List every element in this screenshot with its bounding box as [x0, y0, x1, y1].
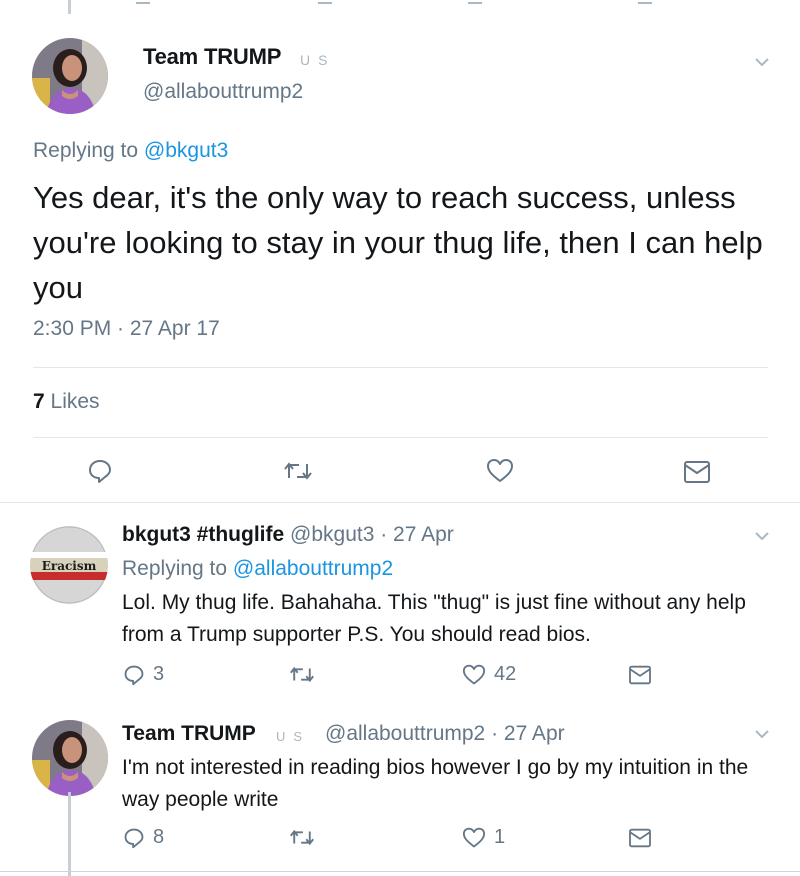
message-icon [628, 828, 652, 848]
reply-handle-time[interactable]: @bkgut3 · 27 Apr [290, 523, 454, 546]
reply-header: bkgut3 #thuglife @bkgut3 · 27 Apr [122, 523, 454, 547]
chevron-down-icon[interactable] [755, 729, 769, 741]
tweet-timestamp[interactable]: 2:30 PM · 27 Apr 17 [33, 317, 220, 341]
cropped-action-bar [0, 0, 800, 8]
retweet-icon [289, 665, 315, 684]
tweet-text: Yes dear, it's the only way to reach suc… [33, 180, 763, 305]
replying-prefix: Replying to [122, 557, 228, 580]
heart-icon [462, 664, 486, 686]
handle[interactable]: @allabouttrump2 [143, 80, 303, 104]
retweet-button[interactable] [283, 460, 313, 482]
replying-to: Replying to @bkgut3 [33, 139, 228, 163]
direct-message-button[interactable] [628, 828, 652, 848]
divider [33, 437, 768, 438]
retweet-button[interactable] [289, 665, 315, 684]
bottom-divider [0, 871, 800, 872]
likes-count: 7 [33, 390, 45, 413]
reply-display-name[interactable]: Team TRUMP [122, 722, 256, 745]
reply-handle-time[interactable]: @allabouttrump2 · 27 Apr [325, 722, 565, 745]
badge-s: S [293, 729, 303, 744]
reply-header: Team TRUMP [122, 722, 256, 746]
reply-count: 8 [153, 826, 165, 848]
replying-handle-link[interactable]: @bkgut3 [144, 139, 228, 162]
reply-button[interactable] [87, 458, 113, 484]
reply-text: I'm not interested in reading bios howev… [122, 756, 749, 811]
reply-icon [123, 827, 145, 849]
chevron-down-icon[interactable] [755, 57, 769, 69]
reply-icon [87, 458, 113, 484]
like-count: 1 [494, 826, 506, 848]
reply-text: Lol. My thug life. Bahahaha. This "thug"… [122, 591, 746, 646]
retweet-button[interactable] [289, 828, 315, 847]
badge-s: S [318, 52, 328, 68]
direct-message-button[interactable] [628, 665, 652, 685]
like-button[interactable] [486, 458, 514, 484]
replying-handle-link[interactable]: @allabouttrump2 [233, 557, 393, 580]
replying-prefix: Replying to [33, 139, 139, 162]
message-icon [628, 665, 652, 685]
thread-line-bottom [68, 792, 71, 876]
badge-u: U [276, 729, 286, 744]
badge-u: U [300, 52, 311, 68]
retweet-icon [289, 828, 315, 847]
avatar-team-trump[interactable] [32, 38, 108, 114]
reply-handle-time-wrap: @allabouttrump2 · 27 Apr [325, 722, 565, 746]
like-button[interactable]: 1 [462, 826, 505, 849]
divider [33, 367, 768, 368]
reply-replying-to: Replying to @allabouttrump2 [122, 557, 393, 581]
avatar-team-trump[interactable] [32, 720, 108, 796]
reply-display-name[interactable]: bkgut3 #thuglife [122, 523, 284, 546]
message-icon [683, 460, 711, 484]
divider [0, 502, 800, 503]
display-name[interactable]: Team TRUMP [143, 44, 281, 70]
reply-count: 3 [153, 663, 165, 685]
direct-message-button[interactable] [683, 460, 711, 484]
name-badges: U S [276, 729, 302, 744]
like-count: 42 [494, 663, 517, 685]
like-button[interactable]: 42 [462, 663, 516, 686]
avatar-bkgut3[interactable]: Eracism [30, 526, 108, 604]
likes-label: Likes [50, 390, 100, 413]
chevron-down-icon[interactable] [755, 531, 769, 543]
heart-icon [486, 458, 514, 484]
heart-icon [462, 827, 486, 849]
reply-icon [123, 664, 145, 686]
avatar-eracism-text: Eracism [42, 559, 97, 573]
retweet-icon [283, 460, 313, 482]
likes-summary[interactable]: 7 Likes [33, 390, 100, 414]
reply-button[interactable]: 8 [123, 826, 164, 849]
name-badges: U S [300, 52, 327, 68]
reply-button[interactable]: 3 [123, 663, 164, 686]
